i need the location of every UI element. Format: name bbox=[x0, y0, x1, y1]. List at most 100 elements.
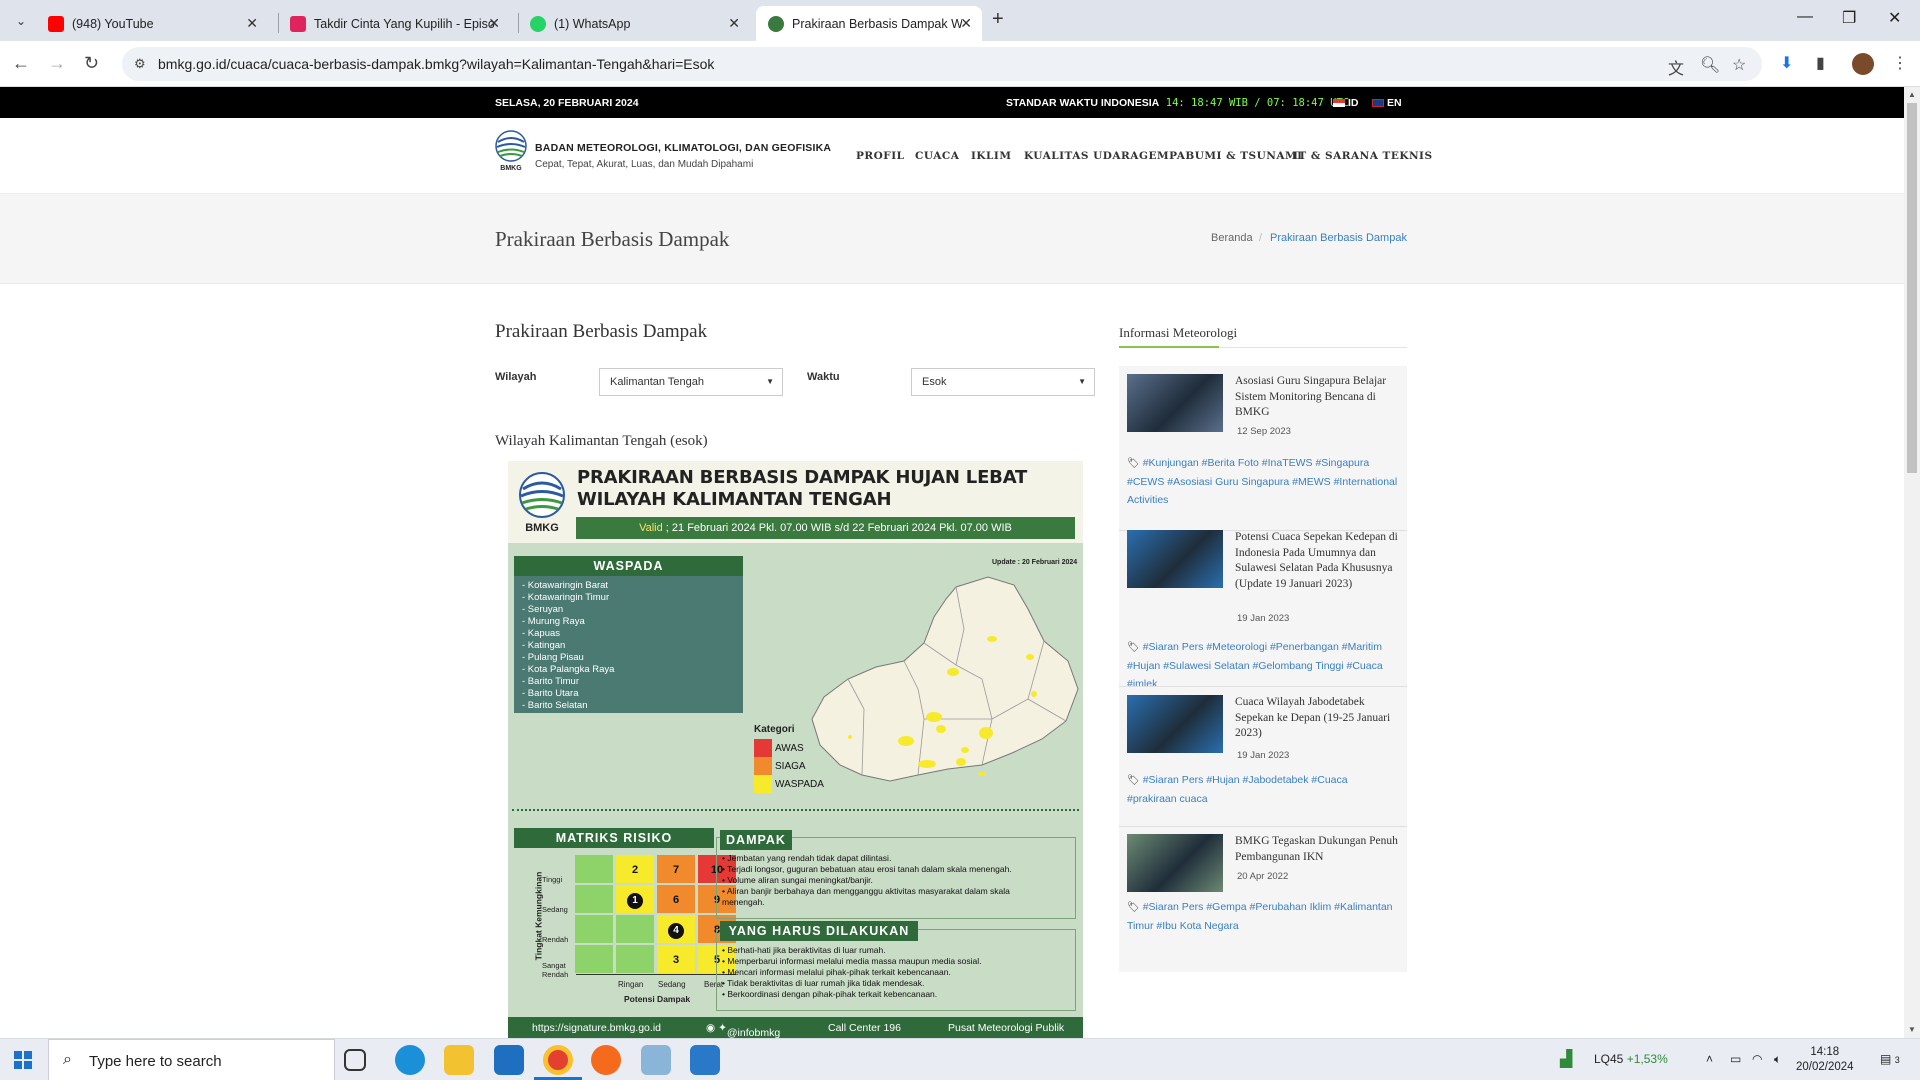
bullet-item: • Berhati-hati jika beraktivitas di luar… bbox=[722, 945, 886, 955]
org-name: BADAN METEOROLOGI, KLIMATOLOGI, DAN GEOF… bbox=[535, 142, 832, 154]
waspada-region-item: - Katingan bbox=[522, 640, 566, 651]
site-settings-icon[interactable]: ⚙ bbox=[134, 56, 146, 72]
photos-icon[interactable] bbox=[690, 1045, 720, 1075]
address-bar[interactable]: ⚙ bmkg.go.id/cuaca/cuaca-berbasis-dampak… bbox=[122, 47, 1762, 81]
lang-id-link[interactable]: ID bbox=[1333, 97, 1359, 109]
restore-icon[interactable]: ❐ bbox=[1842, 8, 1856, 28]
show-hidden-icons-chevron-icon[interactable]: ˄ bbox=[1706, 1052, 1713, 1066]
wifi-icon[interactable]: ◠ bbox=[1752, 1052, 1762, 1066]
news-tags-text[interactable]: #Siaran Pers #Meteorologi #Penerbangan #… bbox=[1127, 641, 1383, 690]
edge-icon[interactable] bbox=[395, 1045, 425, 1075]
nav-gempabumi-tsunami[interactable]: GEMPABUMI & TSUNAMI bbox=[1139, 150, 1303, 162]
news-tags-text[interactable]: #Siaran Pers #Gempa #Perubahan Iklim #Ka… bbox=[1127, 901, 1393, 932]
scrollbar-thumb[interactable] bbox=[1907, 103, 1917, 473]
close-tab-icon[interactable]: ✕ bbox=[246, 15, 258, 32]
translate-icon[interactable]: 文 bbox=[1668, 55, 1684, 79]
menu-kebab-icon[interactable]: ⋮ bbox=[1892, 53, 1908, 73]
bullet-item: • Berkoordinasi dengan pihak-pihak terka… bbox=[722, 989, 938, 999]
nav-iklim[interactable]: IKLIM bbox=[971, 150, 1011, 162]
tab-bmkg-active[interactable]: Prakiraan Berbasis Dampak Wil ✕ bbox=[756, 6, 982, 41]
bmkg-logo[interactable]: BMKG bbox=[495, 130, 527, 172]
scroll-up-arrow-icon[interactable]: ▲ bbox=[1908, 90, 1916, 99]
chrome-icon[interactable] bbox=[543, 1045, 573, 1075]
news-thumbnail[interactable] bbox=[1127, 695, 1223, 753]
tab-youtube[interactable]: (948) YouTube ✕ bbox=[36, 6, 268, 41]
taskbar-search-box[interactable]: ⌕ Type here to search bbox=[48, 1039, 335, 1080]
nav-profil[interactable]: PROFIL bbox=[856, 150, 905, 162]
profile-avatar[interactable] bbox=[1852, 53, 1874, 75]
nav-kualitas-udara[interactable]: KUALITAS UDARA bbox=[1024, 150, 1139, 162]
news-thumbnail[interactable] bbox=[1127, 530, 1223, 588]
breadcrumb-home[interactable]: Beranda bbox=[1211, 232, 1253, 244]
tab-search-chevron-icon[interactable]: ⌄ bbox=[10, 10, 32, 32]
task-view-icon[interactable] bbox=[344, 1049, 366, 1071]
infographic-logo-text: BMKG bbox=[525, 522, 559, 533]
waspada-region-item: - Kotawaringin Barat bbox=[522, 580, 609, 591]
firefox-icon[interactable] bbox=[591, 1045, 621, 1075]
stock-widget[interactable]: LQ45 +1,53% bbox=[1594, 1052, 1668, 1066]
waspada-region-item: - Pulang Pisau bbox=[522, 652, 584, 663]
download-icon[interactable]: ⬇ bbox=[1780, 53, 1793, 73]
lang-en-link[interactable]: EN bbox=[1372, 97, 1402, 109]
system-clock[interactable]: 14:18 20/02/2024 bbox=[1796, 1045, 1854, 1075]
page-title-band: Prakiraan Berbasis Dampak Beranda / Prak… bbox=[0, 194, 1904, 284]
news-thumbnail[interactable] bbox=[1127, 834, 1223, 892]
kategori-label: WASPADA bbox=[775, 778, 824, 790]
scroll-down-arrow-icon[interactable]: ▼ bbox=[1908, 1025, 1916, 1034]
close-tab-icon[interactable]: ✕ bbox=[488, 15, 500, 32]
url-text[interactable]: bmkg.go.id/cuaca/cuaca-berbasis-dampak.b… bbox=[158, 56, 714, 72]
news-tags[interactable]: 🏷︎ #Siaran Pers #Hujan #Jabodetabek #Cuac… bbox=[1127, 771, 1399, 808]
news-title[interactable]: Asosiasi Guru Singapura Belajar Sistem M… bbox=[1235, 374, 1401, 421]
waspada-region-list: - Kotawaringin Barat - Kotawaringin Timur… bbox=[514, 576, 743, 713]
news-title[interactable]: Potensi Cuaca Sepekan Kedepan di Indones… bbox=[1235, 530, 1401, 592]
news-title[interactable]: Cuaca Wilayah Jabodetabek Sepekan ke Dep… bbox=[1235, 695, 1401, 742]
news-tags[interactable]: 🏷︎ #Siaran Pers #Meteorologi #Penerbangan… bbox=[1127, 638, 1399, 693]
notification-count: 3 bbox=[1894, 1055, 1900, 1065]
news-thumbnail[interactable] bbox=[1127, 374, 1223, 432]
zoom-icon[interactable]: 🔍︎ bbox=[1700, 55, 1720, 75]
wilayah-label: Wilayah bbox=[495, 371, 537, 383]
org-tagline: Cepat, Tepat, Akurat, Luas, dan Mudah Di… bbox=[535, 159, 754, 170]
news-tags[interactable]: 🏷︎ #Kunjungan #Berita Foto #InaTEWS #Sing… bbox=[1127, 454, 1399, 509]
kategori-label: SIAGA bbox=[775, 760, 806, 772]
new-tab-icon[interactable]: + bbox=[992, 8, 1004, 31]
breadcrumb-current: Prakiraan Berbasis Dampak bbox=[1270, 232, 1407, 244]
news-tags[interactable]: 🏷︎ #Siaran Pers #Gempa #Perubahan Iklim #… bbox=[1127, 898, 1399, 935]
paint-icon[interactable] bbox=[641, 1045, 671, 1075]
reload-icon[interactable]: ↻ bbox=[84, 53, 99, 74]
news-item[interactable]: BMKG Tegaskan Dukungan Penuh Pembangunan… bbox=[1127, 834, 1399, 954]
notification-center[interactable]: ▤ 3 bbox=[1880, 1052, 1900, 1066]
tab-takdir-cinta[interactable]: Takdir Cinta Yang Kupilih - Episo ✕ bbox=[278, 6, 510, 41]
news-tags-text[interactable]: #Siaran Pers #Hujan #Jabodetabek #Cuaca … bbox=[1127, 774, 1348, 805]
sidebar-title-underline bbox=[1119, 346, 1219, 348]
mail-icon[interactable] bbox=[494, 1045, 524, 1075]
close-tab-icon[interactable]: ✕ bbox=[728, 15, 740, 32]
side-panel-icon[interactable]: ▮ bbox=[1816, 53, 1825, 73]
news-item[interactable]: Potensi Cuaca Sepekan Kedepan di Indones… bbox=[1127, 530, 1401, 690]
close-window-icon[interactable]: ✕ bbox=[1888, 8, 1901, 28]
nav-it-sarana-teknis[interactable]: IT & SARANA TEKNIS bbox=[1293, 150, 1433, 162]
news-item[interactable]: Cuaca Wilayah Jabodetabek Sepekan ke Dep… bbox=[1127, 695, 1399, 815]
wilayah-select[interactable]: Kalimantan Tengah ▼ bbox=[599, 368, 783, 396]
windows-start-icon[interactable] bbox=[14, 1051, 32, 1069]
infographic-footer: https://signature.bmkg.go.id ◉ ✦ @infobm… bbox=[508, 1017, 1083, 1038]
minimize-icon[interactable]: — bbox=[1797, 8, 1813, 26]
breadcrumb-separator: / bbox=[1259, 232, 1263, 244]
back-arrow-icon[interactable]: ← bbox=[12, 53, 30, 74]
file-explorer-icon[interactable] bbox=[444, 1045, 474, 1075]
news-item[interactable]: Asosiasi Guru Singapura Belajar Sistem M… bbox=[1127, 374, 1399, 524]
news-title[interactable]: BMKG Tegaskan Dukungan Penuh Pembangunan… bbox=[1235, 834, 1401, 865]
matrix-cell: 7 bbox=[656, 854, 696, 884]
volume-icon[interactable]: 🔈︎ bbox=[1774, 1052, 1781, 1067]
nav-cuaca[interactable]: CUACA bbox=[915, 150, 959, 162]
news-tags-text[interactable]: #Kunjungan #Berita Foto #InaTEWS #Singap… bbox=[1127, 457, 1397, 506]
tab-whatsapp[interactable]: (1) WhatsApp ✕ bbox=[518, 6, 750, 41]
battery-icon[interactable]: ▭ bbox=[1730, 1052, 1741, 1066]
bookmark-star-icon[interactable]: ☆ bbox=[1732, 55, 1746, 75]
dampak-heading: DAMPAK bbox=[720, 830, 792, 850]
waspada-swatch bbox=[754, 775, 772, 793]
page-scrollbar[interactable]: ▲ ▼ bbox=[1904, 87, 1920, 1038]
close-tab-icon[interactable]: ✕ bbox=[960, 15, 972, 32]
forward-arrow-icon[interactable]: → bbox=[48, 53, 66, 74]
waktu-select[interactable]: Esok ▼ bbox=[911, 368, 1095, 396]
